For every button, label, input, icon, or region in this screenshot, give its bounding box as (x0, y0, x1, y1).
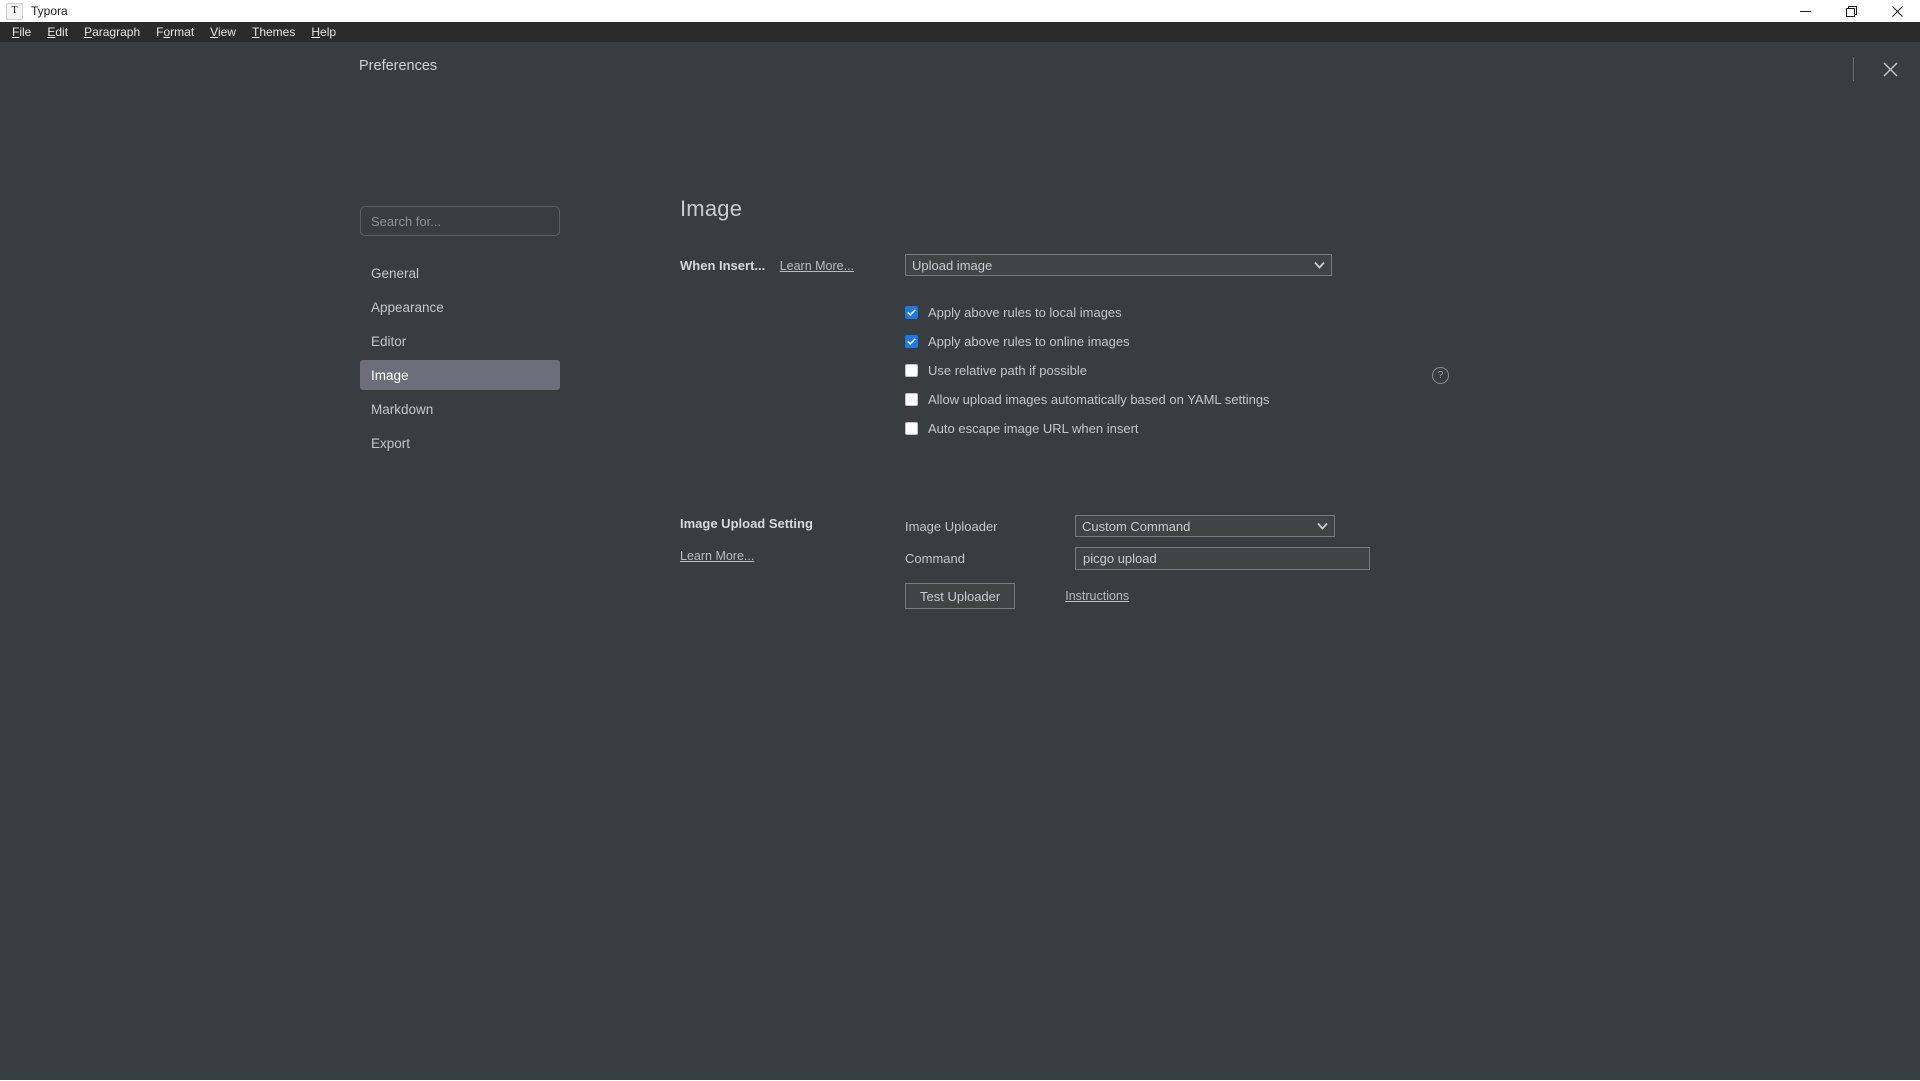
help-icon[interactable]: ? (1432, 367, 1449, 384)
sidebar-item-label: Markdown (371, 401, 434, 417)
image-rules-checkbox-list: Apply above rules to local images Apply … (905, 298, 1780, 443)
sidebar-item-image[interactable]: Image (360, 360, 560, 390)
sidebar-item-appearance[interactable]: Appearance (360, 292, 560, 322)
checkbox-label: Auto escape image URL when insert (928, 421, 1139, 436)
preferences-content: Image When Insert... Learn More... Uploa… (680, 196, 1780, 609)
checkbox-row-auto-escape-url[interactable]: Auto escape image URL when insert (905, 414, 1780, 443)
instructions-link[interactable]: Instructions (1065, 589, 1129, 603)
menu-item-file[interactable]: File (4, 22, 39, 42)
titlebar-left: T Typora (0, 2, 68, 20)
sidebar-nav: General Appearance Editor Image Markdown… (360, 258, 560, 458)
when-insert-select-wrap: Upload image (905, 254, 1332, 276)
sidebar-item-label: Editor (371, 333, 407, 349)
sidebar-item-markdown[interactable]: Markdown (360, 394, 560, 424)
sidebar-item-export[interactable]: Export (360, 428, 560, 458)
upload-setting-fields: Image Uploader Custom Command Command pi… (905, 513, 1780, 609)
image-upload-setting-row: Image Upload Setting Learn More... Image… (680, 513, 1780, 609)
when-insert-learn-more-link[interactable]: Learn More... (780, 259, 854, 273)
preferences-body: General Appearance Editor Image Markdown… (0, 96, 1920, 1081)
checkbox-row-local-images[interactable]: Apply above rules to local images (905, 298, 1780, 327)
menu-item-help[interactable]: Help (303, 22, 344, 42)
checkbox-auto-escape-url[interactable] (905, 422, 918, 435)
checkbox-yaml-auto-upload[interactable] (905, 393, 918, 406)
upload-setting-label-group: Image Upload Setting Learn More... (680, 513, 905, 565)
uploader-actions-row: Test Uploader Instructions (905, 583, 1780, 609)
test-uploader-button[interactable]: Test Uploader (905, 583, 1016, 609)
sidebar-item-general[interactable]: General (360, 258, 560, 288)
sidebar-item-label: General (371, 265, 420, 281)
sidebar-item-label: Appearance (371, 299, 444, 315)
command-label: Command (905, 550, 965, 566)
when-insert-label: When Insert... (680, 258, 766, 273)
header-divider (1853, 57, 1854, 81)
checkbox-relative-path[interactable] (905, 364, 918, 377)
upload-setting-learn-more-link[interactable]: Learn More... (680, 549, 754, 563)
image-uploader-select-wrap: Custom Command (1075, 515, 1335, 537)
preferences-sidebar: General Appearance Editor Image Markdown… (360, 206, 560, 462)
checkbox-label: Allow upload images automatically based … (928, 392, 1270, 407)
checkbox-label: Use relative path if possible (928, 363, 1087, 378)
image-uploader-row: Image Uploader Custom Command (905, 513, 1780, 539)
checkbox-label: Apply above rules to online images (928, 334, 1130, 349)
checkbox-local-images[interactable] (905, 306, 918, 319)
search-input[interactable] (360, 206, 560, 236)
preferences-close-icon[interactable] (1874, 54, 1906, 84)
image-uploader-label: Image Uploader (905, 518, 998, 534)
page-title: Preferences (359, 58, 438, 74)
sidebar-item-label: Image (371, 367, 409, 383)
preferences-window: Preferences General Appearance Editor (0, 42, 1920, 1080)
when-insert-row: When Insert... Learn More... Upload imag… (680, 254, 1780, 443)
typora-logo-icon: T (6, 2, 23, 20)
menu-item-view[interactable]: View (202, 22, 244, 42)
menu-item-edit[interactable]: Edit (39, 22, 76, 42)
minimize-icon[interactable] (1782, 0, 1828, 22)
checkbox-label: Apply above rules to local images (928, 305, 1122, 320)
window-title: Typora (31, 4, 68, 18)
checkbox-online-images[interactable] (905, 335, 918, 348)
sidebar-item-label: Export (371, 435, 411, 451)
sidebar-item-editor[interactable]: Editor (360, 326, 560, 356)
section-title: Image (680, 196, 743, 221)
when-insert-select[interactable]: Upload image (905, 254, 1332, 276)
menu-item-themes[interactable]: Themes (244, 22, 303, 42)
close-icon[interactable] (1874, 0, 1920, 22)
restore-icon[interactable] (1828, 0, 1874, 22)
command-row: Command (905, 545, 1780, 571)
menu-item-format[interactable]: Format (148, 22, 202, 42)
checkbox-row-yaml-auto-upload[interactable]: Allow upload images automatically based … (905, 385, 1780, 414)
checkbox-row-relative-path[interactable]: Use relative path if possible (905, 356, 1780, 385)
window-titlebar: T Typora (0, 0, 1920, 22)
image-uploader-select[interactable]: Custom Command (1075, 515, 1335, 537)
command-input[interactable] (1075, 546, 1370, 570)
when-insert-label-group: When Insert... Learn More... (680, 254, 905, 275)
window-controls (1782, 0, 1920, 22)
when-insert-field: Upload image Apply above rules to local … (905, 254, 1780, 443)
menu-item-paragraph[interactable]: Paragraph (76, 22, 148, 42)
preferences-header: Preferences (0, 42, 1920, 96)
menubar: File Edit Paragraph Format View Themes H… (0, 22, 1920, 42)
upload-setting-label: Image Upload Setting (680, 516, 813, 531)
checkbox-row-online-images[interactable]: Apply above rules to online images (905, 327, 1780, 356)
